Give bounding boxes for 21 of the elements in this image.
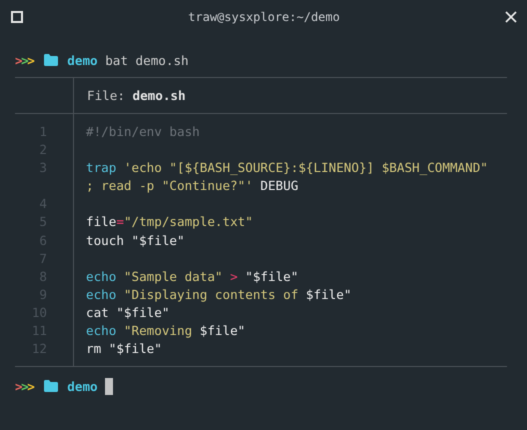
close-icon[interactable] bbox=[505, 11, 517, 23]
code-line: rm "$file" bbox=[86, 341, 162, 356]
square-icon[interactable] bbox=[11, 11, 23, 23]
code-line: touch "$file" bbox=[86, 232, 185, 248]
directory-name: demo bbox=[67, 378, 98, 394]
folder-icon bbox=[44, 380, 58, 392]
code-line: trap 'echo "[${BASH_SOURCE}:${LINENO}] $BASH_COMMAND" bbox=[86, 160, 488, 176]
command-text: bat demo.sh bbox=[105, 52, 189, 68]
prompt-arrows: >>> bbox=[15, 378, 34, 394]
code-line: ; read -p "Continue?"' DEBUG bbox=[86, 178, 298, 194]
prompt-arrows: >>> bbox=[15, 52, 34, 68]
directory-name: demo bbox=[67, 52, 98, 68]
code-line: #!/bin/env bash bbox=[86, 124, 200, 139]
code-line: echo "Removing $file" bbox=[86, 323, 246, 338]
code-line: echo "Displaying contents of $file" bbox=[86, 286, 352, 302]
folder-icon bbox=[44, 54, 58, 66]
window-title: traw@sysxplore:~/demo bbox=[188, 10, 340, 24]
code-line: file="/tmp/sample.txt" bbox=[86, 214, 253, 230]
code-line: echo "Sample data" > "$file" bbox=[86, 268, 298, 284]
file-header: File: demo.sh bbox=[86, 87, 187, 105]
code-line: cat "$file" bbox=[86, 304, 170, 320]
